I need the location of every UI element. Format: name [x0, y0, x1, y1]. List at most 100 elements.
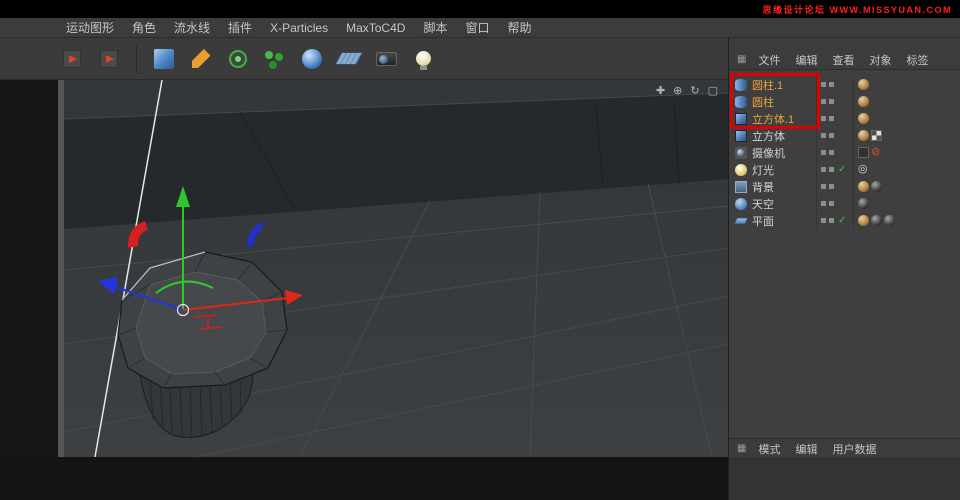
editor-visibility-dot[interactable] — [821, 82, 826, 87]
object-row-1[interactable]: 圆柱.1 — [729, 76, 960, 93]
tag-area: ◎ — [854, 164, 960, 175]
viewport-left-strip — [58, 80, 64, 457]
object-manager-header: ▦ 文件 编辑 查看 对象 标签 — [729, 50, 960, 70]
sphere-tag-icon[interactable] — [858, 198, 869, 209]
visibility-toggles[interactable]: ✓ — [816, 212, 854, 229]
camera-tool-button[interactable] — [372, 45, 400, 73]
editor-visibility-dot[interactable] — [821, 167, 826, 172]
editor-visibility-dot[interactable] — [821, 99, 826, 104]
om-menu-item-5[interactable]: 标签 — [906, 52, 928, 68]
checker-tag-icon[interactable] — [871, 130, 882, 141]
visibility-toggles[interactable] — [816, 127, 854, 144]
visibility-toggles[interactable] — [816, 178, 854, 195]
nav-forward-icon — [100, 49, 118, 68]
deformer-sphere-tool-button[interactable] — [298, 45, 326, 73]
cube-primitive-tool-button[interactable] — [150, 45, 178, 73]
tag-area — [854, 215, 960, 226]
editor-visibility-dot[interactable] — [821, 116, 826, 121]
editor-visibility-dot[interactable] — [821, 150, 826, 155]
object-row-8[interactable]: 天空 — [729, 195, 960, 212]
visibility-toggles[interactable] — [816, 195, 854, 212]
cube-object-icon — [735, 129, 747, 142]
menu-item-5[interactable]: X-Particles — [270, 21, 328, 35]
phong-tag-icon[interactable] — [858, 113, 869, 124]
pan-view-icon[interactable]: ✚ — [656, 85, 665, 97]
editor-visibility-dot[interactable] — [821, 184, 826, 189]
cloner-icon — [265, 50, 273, 59]
rotate-view-icon[interactable]: ↻ — [690, 85, 699, 97]
sphere-tag-icon[interactable] — [871, 181, 882, 192]
sky-object-icon — [735, 197, 747, 210]
object-row-4[interactable]: 立方体 — [729, 127, 960, 144]
render-visibility-dot[interactable] — [829, 99, 834, 104]
plane-object-icon — [733, 217, 749, 224]
viewport-column: ✚ ⊕ ↻ ▢ — [0, 38, 729, 500]
slash-tag-icon[interactable]: ⊘ — [871, 147, 880, 158]
zoom-view-icon[interactable]: ⊕ — [673, 85, 682, 97]
sphere-tag-icon[interactable] — [871, 215, 882, 226]
menu-item-3[interactable]: 流水线 — [174, 19, 210, 36]
object-row-7[interactable]: 背景 — [729, 178, 960, 195]
om-menu-item-2[interactable]: 编辑 — [795, 52, 817, 68]
spline-pen-tool-button[interactable] — [187, 45, 215, 73]
object-label: 圆柱 — [752, 96, 774, 109]
visibility-toggles[interactable]: ✓ — [816, 161, 854, 178]
sphere-tag-icon[interactable] — [884, 215, 895, 226]
object-row-5[interactable]: 摄像机 ⊘ — [729, 144, 960, 161]
light-tool-button[interactable] — [409, 45, 437, 73]
menu-item-7[interactable]: 脚本 — [423, 19, 447, 36]
bottom-menu-item-3[interactable]: 用户数据 — [832, 441, 876, 457]
render-visibility-dot[interactable] — [829, 201, 834, 206]
render-visibility-dot[interactable] — [829, 167, 834, 172]
maximize-view-icon[interactable]: ▢ — [708, 85, 718, 97]
cloner-tool-button[interactable] — [261, 45, 289, 73]
editor-visibility-dot[interactable] — [821, 218, 826, 223]
visibility-toggles[interactable] — [816, 93, 854, 110]
viewport[interactable]: ✚ ⊕ ↻ ▢ — [0, 80, 728, 500]
panel-grid-icon[interactable]: ▦ — [737, 54, 746, 65]
render-visibility-dot[interactable] — [829, 218, 834, 223]
render-visibility-dot[interactable] — [829, 116, 834, 121]
render-visibility-dot[interactable] — [829, 133, 834, 138]
menu-item-4[interactable]: 插件 — [228, 19, 252, 36]
visibility-toggles[interactable] — [816, 76, 854, 93]
object-row-6[interactable]: 灯光 ✓ ◎ — [729, 161, 960, 178]
render-visibility-dot[interactable] — [829, 150, 834, 155]
film-tag-icon[interactable] — [858, 147, 869, 158]
menu-item-8[interactable]: 窗口 — [465, 19, 489, 36]
nav-back-tool-button[interactable] — [58, 45, 86, 73]
bottom-menu-item-2[interactable]: 编辑 — [795, 441, 817, 457]
visibility-toggles[interactable] — [816, 144, 854, 161]
phong-tag-icon[interactable] — [858, 181, 869, 192]
editor-visibility-dot[interactable] — [821, 133, 826, 138]
tag-area — [854, 96, 960, 107]
object-label: 摄像机 — [752, 147, 785, 160]
phong-tag-icon[interactable] — [858, 215, 869, 226]
bottom-grid-icon[interactable]: ▦ — [737, 443, 746, 454]
menu-item-9[interactable]: 帮助 — [507, 19, 531, 36]
floor-plane-tool-button[interactable] — [334, 45, 364, 73]
om-menu-item-3[interactable]: 查看 — [832, 52, 854, 68]
phong-tag-icon[interactable] — [858, 130, 869, 141]
object-row-2[interactable]: 圆柱 — [729, 93, 960, 110]
object-label: 圆柱.1 — [752, 79, 784, 92]
menu-item-6[interactable]: MaxToC4D — [346, 21, 405, 35]
om-menu-item-1[interactable]: 文件 — [758, 52, 780, 68]
object-row-3[interactable]: 立方体.1 — [729, 110, 960, 127]
mograph-tool-button[interactable] — [224, 45, 252, 73]
visibility-toggles[interactable] — [816, 110, 854, 127]
render-visibility-dot[interactable] — [829, 184, 834, 189]
phong-tag-icon[interactable] — [858, 79, 869, 90]
phong-tag-icon[interactable] — [858, 96, 869, 107]
watermark-bar: 思缘设计论坛 WWW.MISSYUAN.COM — [0, 0, 960, 18]
menu-item-2[interactable]: 角色 — [132, 19, 156, 36]
editor-visibility-dot[interactable] — [821, 201, 826, 206]
target-tag-icon[interactable]: ◎ — [858, 164, 868, 175]
bottom-menu-item-1[interactable]: 模式 — [758, 441, 780, 457]
nav-forward-tool-button[interactable] — [95, 45, 123, 73]
render-visibility-dot[interactable] — [829, 82, 834, 87]
om-menu-item-4[interactable]: 对象 — [869, 52, 891, 68]
viewport-canvas[interactable] — [0, 80, 728, 500]
object-row-9[interactable]: 平面 ✓ — [729, 212, 960, 229]
menu-item-1[interactable]: 运动图形 — [66, 19, 114, 36]
